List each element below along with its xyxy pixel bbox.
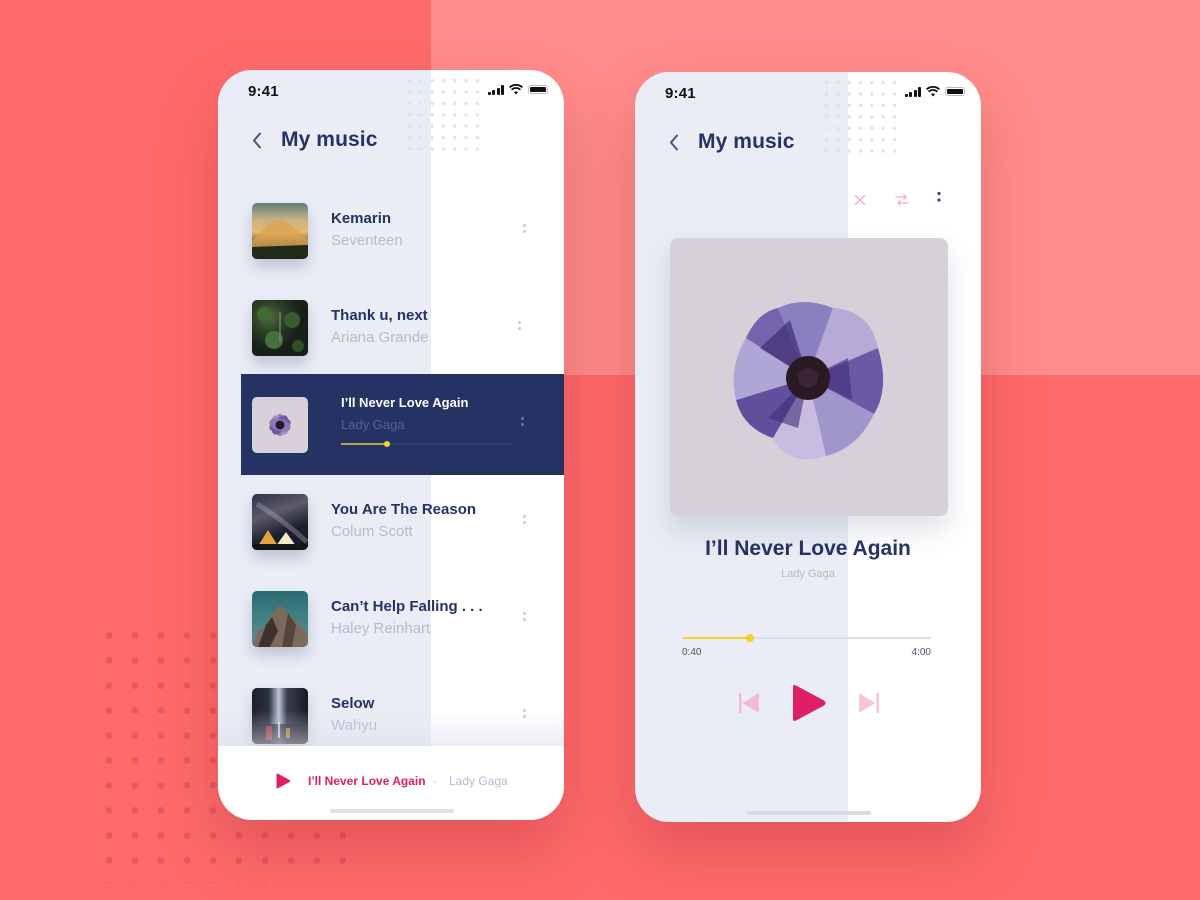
next-icon xyxy=(859,693,879,713)
seek-bar[interactable] xyxy=(683,634,931,642)
mini-play-button[interactable] xyxy=(275,773,291,789)
cellular-signal-icon xyxy=(487,84,504,95)
now-playing-artist: Lady Gaga xyxy=(781,568,835,580)
status-bar: 9:41 xyxy=(218,70,564,114)
chevron-left-icon xyxy=(252,132,261,148)
more-options-button[interactable] xyxy=(931,187,947,207)
repeat-button[interactable] xyxy=(893,190,911,210)
song-artist: Haley Reinhart xyxy=(331,620,431,637)
more-options-button[interactable] xyxy=(520,612,528,626)
song-artist: Ariana Grande xyxy=(331,329,429,346)
page-header: My music xyxy=(665,130,795,154)
chevron-left-icon xyxy=(669,134,678,150)
album-art-night-camping xyxy=(252,494,308,550)
album-cover xyxy=(670,238,948,516)
album-art-forest xyxy=(252,300,308,356)
phone-music-list: 9:41 My music Kemarin Seventeen Thank u,… xyxy=(218,70,564,820)
shuffle-icon xyxy=(854,194,866,206)
page-title: My music xyxy=(698,130,795,153)
song-row-active[interactable]: I’ll Never Love Again Lady Gaga xyxy=(241,374,564,475)
more-options-button[interactable] xyxy=(518,417,526,431)
play-icon xyxy=(793,685,826,721)
more-icon xyxy=(937,191,941,202)
more-options-button[interactable] xyxy=(515,321,523,335)
repeat-icon xyxy=(895,194,909,206)
mini-player-artist: Lady Gaga xyxy=(449,774,508,788)
page-title: My music xyxy=(281,128,378,151)
now-playing-title: I’ll Never Love Again xyxy=(705,537,911,560)
song-title: Can’t Help Falling . . . xyxy=(331,598,483,615)
wifi-icon xyxy=(509,84,523,95)
more-options-button[interactable] xyxy=(520,515,528,529)
seek-bar-knob[interactable] xyxy=(745,634,754,642)
battery-icon xyxy=(945,87,965,96)
current-time: 0:40 xyxy=(682,647,702,658)
play-button[interactable] xyxy=(791,684,827,727)
page-header: My music xyxy=(248,128,378,152)
previous-icon xyxy=(739,693,759,713)
mini-player-title: I’ll Never Love Again xyxy=(308,774,426,788)
song-row[interactable]: Thank u, next Ariana Grande xyxy=(241,277,564,377)
album-art-purple-flower xyxy=(733,302,884,460)
status-time: 9:41 xyxy=(248,83,279,100)
song-progress-knob[interactable] xyxy=(384,441,391,447)
album-art-rocky-peak xyxy=(252,591,308,647)
total-time: 4:00 xyxy=(911,647,931,658)
song-artist: Seventeen xyxy=(331,232,403,249)
cellular-signal-icon xyxy=(904,86,921,97)
song-progress-bar[interactable] xyxy=(341,441,512,447)
mini-player[interactable]: I’ll Never Love Again - Lady Gaga xyxy=(218,746,564,820)
wifi-icon xyxy=(926,86,940,97)
battery-icon xyxy=(528,85,548,94)
song-row[interactable]: Can’t Help Falling . . . Haley Reinhart xyxy=(241,568,564,668)
album-art-purple-flower xyxy=(252,397,308,453)
home-indicator[interactable] xyxy=(330,809,454,813)
song-title: Kemarin xyxy=(331,210,392,227)
home-indicator[interactable] xyxy=(747,811,871,815)
status-bar: 9:41 xyxy=(635,72,981,116)
next-button[interactable] xyxy=(857,693,879,718)
back-button[interactable] xyxy=(665,131,683,153)
song-artist: Lady Gaga xyxy=(341,417,405,432)
album-art-mountain-sunset xyxy=(252,203,308,259)
song-row[interactable]: You Are The Reason Colum Scott xyxy=(241,471,564,571)
song-title: You Are The Reason xyxy=(331,501,477,518)
play-icon xyxy=(276,773,291,789)
seek-bar-fill xyxy=(683,637,750,639)
shuffle-button[interactable] xyxy=(851,190,869,210)
song-progress-fill xyxy=(341,443,388,445)
status-time: 9:41 xyxy=(665,85,696,102)
song-artist: Colum Scott xyxy=(331,523,413,540)
mini-player-separator: - xyxy=(433,774,437,788)
more-options-button[interactable] xyxy=(520,224,528,238)
previous-button[interactable] xyxy=(739,693,761,718)
phone-now-playing: 9:41 My music I’ll Never Love Again Lady… xyxy=(635,72,981,822)
song-title: Thank u, next xyxy=(331,307,428,324)
back-button[interactable] xyxy=(248,129,266,151)
song-row[interactable]: Kemarin Seventeen xyxy=(241,180,564,280)
song-title: I’ll Never Love Again xyxy=(341,395,469,410)
